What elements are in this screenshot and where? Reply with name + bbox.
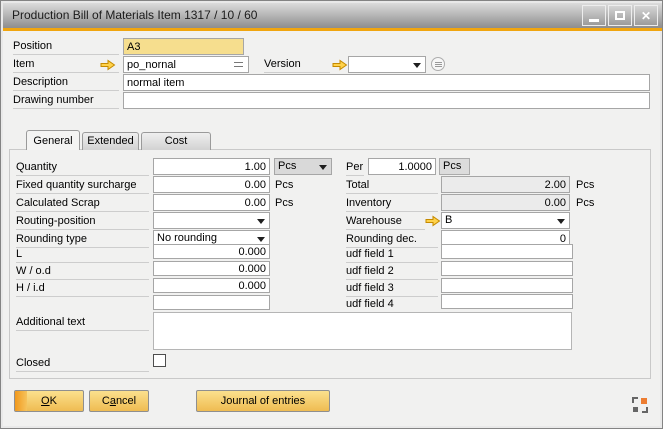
inventory-input <box>441 194 570 211</box>
fixed-surcharge-input[interactable] <box>153 176 270 193</box>
minimize-button[interactable] <box>582 5 606 26</box>
quantity-uom-dropdown[interactable]: Pcs <box>274 158 332 175</box>
warehouse-dropdown[interactable]: B <box>441 212 570 229</box>
inventory-unit: Pcs <box>576 196 594 211</box>
quantity-input[interactable] <box>153 158 270 175</box>
drawing-number-label: Drawing number <box>13 93 119 109</box>
udf-field-4-input[interactable] <box>441 294 573 309</box>
height-id-input[interactable] <box>153 278 270 293</box>
expand-notes-icon[interactable] <box>431 57 445 71</box>
window-controls: ✕ <box>582 5 658 26</box>
version-dropdown[interactable] <box>348 56 426 73</box>
cancel-button[interactable]: Cancel <box>89 390 149 412</box>
close-icon: ✕ <box>641 10 651 22</box>
chevron-down-icon <box>413 63 421 68</box>
rounding-dec-label: Rounding dec. <box>346 232 438 248</box>
production-bom-window: Production Bill of Materials Item 1317 /… <box>0 0 663 429</box>
tab-cost[interactable]: Cost <box>141 132 211 150</box>
closed-checkbox[interactable] <box>153 354 166 367</box>
position-label: Position <box>13 39 119 55</box>
height-id-label: H / i.d <box>16 281 149 297</box>
warehouse-label: Warehouse <box>346 214 425 230</box>
length-label: L <box>16 247 149 263</box>
routing-position-dropdown[interactable] <box>153 212 270 229</box>
additional-text-area[interactable] <box>153 312 572 350</box>
udf-field-3-input[interactable] <box>441 278 573 293</box>
inventory-label: Inventory <box>346 196 438 212</box>
maximize-icon <box>615 11 625 20</box>
length-input[interactable] <box>153 244 270 259</box>
item-link-arrow-icon[interactable] <box>100 59 116 71</box>
per-label: Per <box>346 160 364 176</box>
chevron-down-icon <box>557 219 565 224</box>
width-od-label: W / o.d <box>16 264 149 280</box>
drawing-number-input[interactable] <box>123 92 650 109</box>
udf-field-1-input[interactable] <box>441 244 573 259</box>
calculated-scrap-label: Calculated Scrap <box>16 196 149 212</box>
version-label: Version <box>264 57 330 73</box>
per-input[interactable] <box>368 158 436 175</box>
accent-line <box>3 28 662 31</box>
resize-grip-icon[interactable] <box>631 396 649 414</box>
tab-extended[interactable]: Extended <box>82 132 139 150</box>
quantity-label: Quantity <box>16 160 149 176</box>
total-unit: Pcs <box>576 178 594 193</box>
additional-text-label: Additional text <box>16 315 149 331</box>
rounding-type-label: Rounding type <box>16 232 149 248</box>
quantity-uom-value: Pcs <box>278 160 296 172</box>
fixed-surcharge-label: Fixed quantity surcharge <box>16 178 149 194</box>
version-link-arrow-icon[interactable] <box>332 59 348 71</box>
closed-label: Closed <box>16 356 149 372</box>
position-input[interactable] <box>123 38 244 55</box>
udf-field-1-label: udf field 1 <box>346 247 438 263</box>
fixed-surcharge-unit: Pcs <box>275 178 293 193</box>
udf-field-3-label: udf field 3 <box>346 281 438 297</box>
tab-general[interactable]: General <box>26 130 80 150</box>
calculated-scrap-input[interactable] <box>153 194 270 211</box>
close-button[interactable]: ✕ <box>634 5 658 26</box>
chevron-down-icon <box>319 165 327 170</box>
per-unit-box: Pcs <box>439 158 470 175</box>
routing-position-label: Routing-position <box>16 214 149 230</box>
chevron-down-icon <box>257 237 265 242</box>
width-od-input[interactable] <box>153 261 270 276</box>
default-button-stripe <box>15 391 27 411</box>
ok-button[interactable]: OK <box>14 390 84 412</box>
udf-field-2-input[interactable] <box>441 261 573 276</box>
choose-from-list-icon <box>234 62 243 67</box>
item-input[interactable] <box>123 56 249 73</box>
description-input[interactable] <box>123 74 650 91</box>
udf-field-4-label: udf field 4 <box>346 297 438 313</box>
warehouse-value: B <box>445 214 452 226</box>
window-title: Production Bill of Materials Item 1317 /… <box>12 3 257 28</box>
title-bar: Production Bill of Materials Item 1317 /… <box>3 3 662 28</box>
extra-dimension-input[interactable] <box>153 295 270 310</box>
total-input <box>441 176 570 193</box>
description-label: Description <box>13 75 119 91</box>
chevron-down-icon <box>257 219 265 224</box>
rounding-type-value: No rounding <box>157 232 217 244</box>
calculated-scrap-unit: Pcs <box>275 196 293 211</box>
udf-field-2-label: udf field 2 <box>346 264 438 280</box>
journal-of-entries-button[interactable]: Journal of entries <box>196 390 330 412</box>
minimize-icon <box>589 19 599 22</box>
total-label: Total <box>346 178 438 194</box>
warehouse-link-arrow-icon[interactable] <box>425 215 441 227</box>
maximize-button[interactable] <box>608 5 632 26</box>
